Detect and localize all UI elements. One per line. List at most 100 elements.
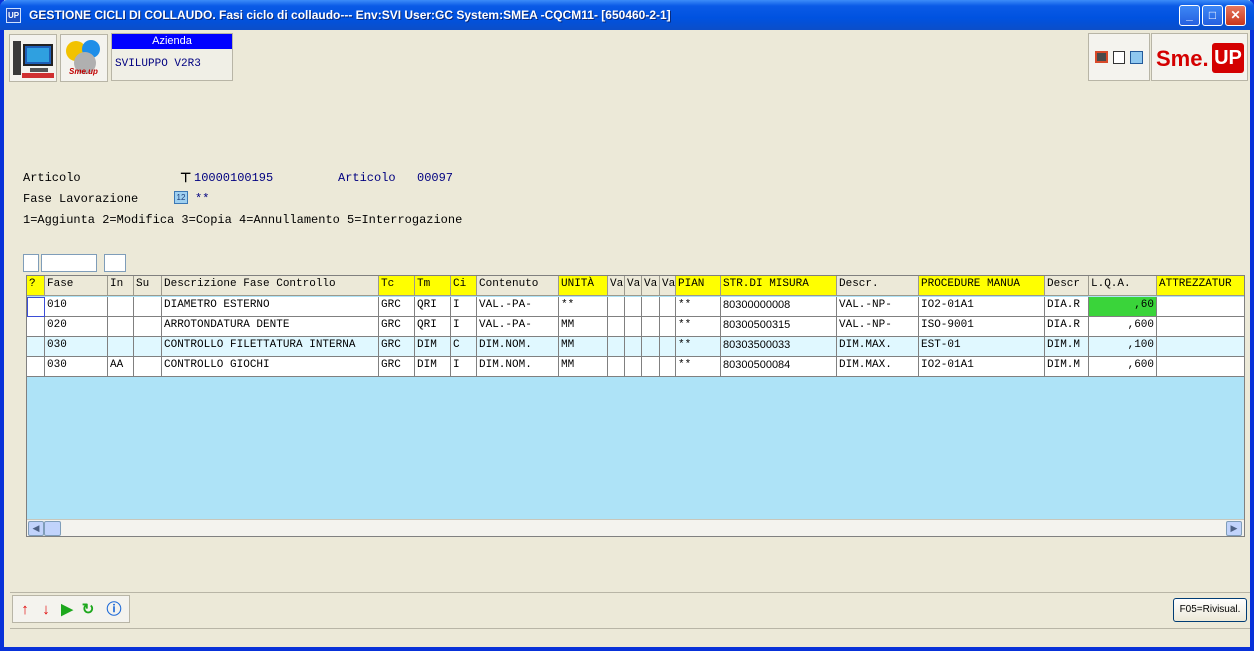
pin-icon[interactable]: ⊤ bbox=[180, 170, 191, 186]
cell-va1[interactable] bbox=[608, 297, 625, 317]
close-button[interactable]: ✕ bbox=[1225, 5, 1246, 26]
col-header-va4[interactable]: Va bbox=[660, 276, 676, 296]
cell-va4[interactable] bbox=[660, 357, 676, 377]
cell-tc[interactable]: GRC bbox=[379, 357, 415, 377]
col-header-pian[interactable]: PIAN bbox=[676, 276, 721, 296]
col-header-tc[interactable]: Tc bbox=[379, 276, 415, 296]
row-select-cell[interactable] bbox=[27, 357, 45, 377]
col-header-question[interactable]: ? bbox=[27, 276, 45, 296]
cell-descrizione[interactable]: DIAMETRO ESTERNO bbox=[162, 297, 379, 317]
cell-attrezzatura[interactable] bbox=[1157, 357, 1244, 377]
cell-descrizione[interactable]: ARROTONDATURA DENTE bbox=[162, 317, 379, 337]
cell-ci[interactable]: I bbox=[451, 317, 477, 337]
cell-va2[interactable] bbox=[625, 357, 642, 377]
cell-descr[interactable]: DIM.MAX. bbox=[837, 337, 919, 357]
cell-va1[interactable] bbox=[608, 317, 625, 337]
col-header-attrezzatura[interactable]: ATTREZZATUR bbox=[1157, 276, 1244, 296]
cell-descr[interactable]: DIM.MAX. bbox=[837, 357, 919, 377]
cell-va3[interactable] bbox=[642, 317, 660, 337]
cell-lqa[interactable]: ,100 bbox=[1089, 337, 1157, 357]
cell-va2[interactable] bbox=[625, 297, 642, 317]
smeup-logo-icon[interactable]: Sme.up bbox=[60, 34, 108, 82]
col-header-str-misura[interactable]: STR.DI MISURA bbox=[721, 276, 837, 296]
cell-unita[interactable]: MM bbox=[559, 337, 608, 357]
monitor-icon[interactable] bbox=[1095, 51, 1108, 63]
phases-grid[interactable]: ? Fase In Su Descrizione Fase Controllo … bbox=[26, 275, 1245, 537]
col-header-va3[interactable]: Va bbox=[642, 276, 660, 296]
cell-pian[interactable]: ** bbox=[676, 357, 721, 377]
cell-descr[interactable]: VAL.-NP- bbox=[837, 317, 919, 337]
col-header-tm[interactable]: Tm bbox=[415, 276, 451, 296]
row-select-cell[interactable] bbox=[27, 297, 45, 317]
cell-in[interactable] bbox=[108, 297, 134, 317]
cell-descr2[interactable]: DIM.M bbox=[1045, 357, 1089, 377]
row-select-cell[interactable] bbox=[27, 337, 45, 357]
cell-va2[interactable] bbox=[625, 337, 642, 357]
minimize-button[interactable]: _ bbox=[1179, 5, 1200, 26]
cell-in[interactable] bbox=[108, 317, 134, 337]
document-icon[interactable] bbox=[1113, 51, 1125, 64]
col-header-lqa[interactable]: L.Q.A. bbox=[1089, 276, 1157, 296]
cell-contenuto[interactable]: VAL.-PA- bbox=[477, 297, 559, 317]
cell-descr2[interactable]: DIA.R bbox=[1045, 317, 1089, 337]
cell-va4[interactable] bbox=[660, 317, 676, 337]
cell-unita[interactable]: ** bbox=[559, 297, 608, 317]
cell-fase[interactable]: 030 bbox=[45, 337, 108, 357]
cell-contenuto[interactable]: DIM.NOM. bbox=[477, 337, 559, 357]
cell-va2[interactable] bbox=[625, 317, 642, 337]
scroll-right-icon[interactable]: ▶ bbox=[1226, 521, 1242, 536]
cell-unita[interactable]: MM bbox=[559, 357, 608, 377]
cell-procedure[interactable]: ISO-9001 bbox=[919, 317, 1045, 337]
cell-str-misura[interactable]: 80300500084 bbox=[721, 357, 837, 377]
cell-tm[interactable]: DIM bbox=[415, 337, 451, 357]
cell-descr[interactable]: VAL.-NP- bbox=[837, 297, 919, 317]
cell-va4[interactable] bbox=[660, 337, 676, 357]
arrow-up-icon[interactable]: ↑ bbox=[16, 601, 34, 619]
cell-va3[interactable] bbox=[642, 337, 660, 357]
arrow-down-icon[interactable]: ↓ bbox=[37, 601, 55, 619]
cell-tm[interactable]: QRI bbox=[415, 317, 451, 337]
filter-input-2[interactable] bbox=[104, 254, 126, 272]
cell-in[interactable] bbox=[108, 337, 134, 357]
cell-str-misura[interactable]: 80300000008 bbox=[721, 297, 837, 317]
title-bar[interactable]: UP GESTIONE CICLI DI COLLAUDO. Fasi cicl… bbox=[0, 0, 1254, 30]
filter-checkbox[interactable] bbox=[23, 254, 39, 272]
cell-fase[interactable]: 010 bbox=[45, 297, 108, 317]
book-icon[interactable] bbox=[1130, 51, 1143, 64]
cell-str-misura[interactable]: 80300500315 bbox=[721, 317, 837, 337]
info-icon[interactable]: ⓘ bbox=[105, 601, 123, 619]
cell-lqa[interactable]: ,600 bbox=[1089, 317, 1157, 337]
cell-descr2[interactable]: DIA.R bbox=[1045, 297, 1089, 317]
col-header-fase[interactable]: Fase bbox=[45, 276, 108, 296]
refresh-icon[interactable]: ↻ bbox=[79, 601, 97, 619]
cell-pian[interactable]: ** bbox=[676, 337, 721, 357]
col-header-descrizione[interactable]: Descrizione Fase Controllo bbox=[162, 276, 379, 296]
cell-va1[interactable] bbox=[608, 357, 625, 377]
cell-va3[interactable] bbox=[642, 297, 660, 317]
col-header-contenuto[interactable]: Contenuto bbox=[477, 276, 559, 296]
maximize-button[interactable]: □ bbox=[1202, 5, 1223, 26]
cell-descrizione[interactable]: CONTROLLO GIOCHI bbox=[162, 357, 379, 377]
cell-tc[interactable]: GRC bbox=[379, 337, 415, 357]
cell-contenuto[interactable]: VAL.-PA- bbox=[477, 317, 559, 337]
cell-descrizione[interactable]: CONTROLLO FILETTATURA INTERNA bbox=[162, 337, 379, 357]
col-header-descr2[interactable]: Descr bbox=[1045, 276, 1089, 296]
cell-su[interactable] bbox=[134, 357, 162, 377]
cell-tc[interactable]: GRC bbox=[379, 317, 415, 337]
col-header-va1[interactable]: Va bbox=[608, 276, 625, 296]
cell-attrezzatura[interactable] bbox=[1157, 337, 1244, 357]
cell-attrezzatura[interactable] bbox=[1157, 297, 1244, 317]
cell-procedure[interactable]: EST-01 bbox=[919, 337, 1045, 357]
cell-pian[interactable]: ** bbox=[676, 317, 721, 337]
row-select-cell[interactable] bbox=[27, 317, 45, 337]
cell-fase[interactable]: 020 bbox=[45, 317, 108, 337]
cell-ci[interactable]: C bbox=[451, 337, 477, 357]
cell-lqa[interactable]: ,60 bbox=[1089, 297, 1157, 317]
col-header-in[interactable]: In bbox=[108, 276, 134, 296]
cell-ci[interactable]: I bbox=[451, 297, 477, 317]
cell-str-misura[interactable]: 80303500033 bbox=[721, 337, 837, 357]
cell-fase[interactable]: 030 bbox=[45, 357, 108, 377]
cell-lqa[interactable]: ,600 bbox=[1089, 357, 1157, 377]
cell-tc[interactable]: GRC bbox=[379, 297, 415, 317]
filter-input[interactable] bbox=[41, 254, 97, 272]
